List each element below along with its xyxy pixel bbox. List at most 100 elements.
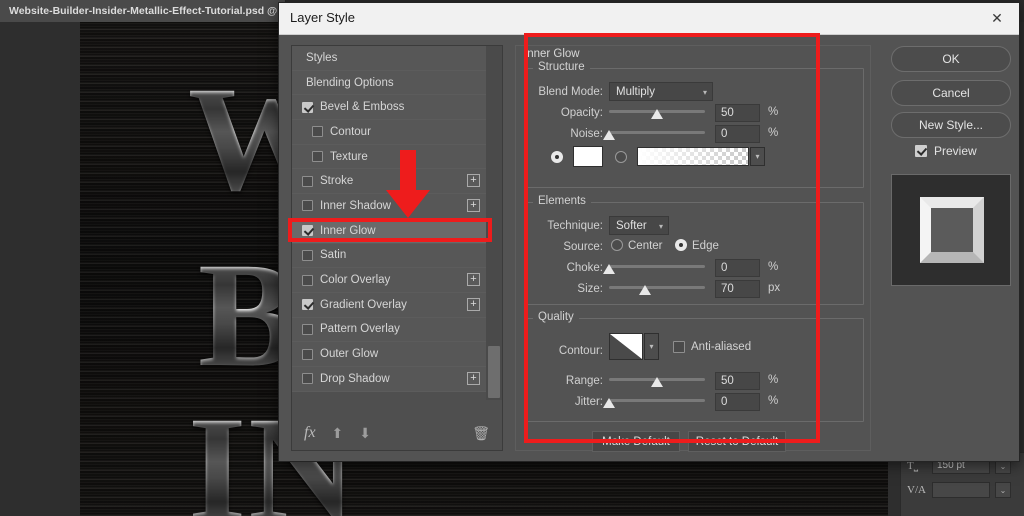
jitter-input[interactable]: 0 xyxy=(715,393,760,411)
range-slider[interactable] xyxy=(609,373,705,387)
choke-slider-knob[interactable] xyxy=(603,264,615,274)
noise-slider-track xyxy=(609,131,705,134)
choke-unit: % xyxy=(768,261,779,273)
style-row-label: Inner Shadow xyxy=(320,199,391,212)
noise-slider[interactable] xyxy=(603,126,705,140)
source-center-radio[interactable] xyxy=(611,239,623,251)
style-enable-checkbox[interactable] xyxy=(302,274,313,286)
style-enable-checkbox[interactable] xyxy=(302,101,313,113)
style-row-outer-glow[interactable]: Outer Glow xyxy=(292,342,487,367)
chevron-down-icon: ▾ xyxy=(702,88,707,97)
preview-label: Preview xyxy=(934,144,977,158)
style-row-drop-shadow[interactable]: Drop Shadow + xyxy=(292,366,487,392)
range-input[interactable]: 50 xyxy=(715,372,760,390)
add-effect-instance-icon[interactable]: + xyxy=(467,297,480,311)
noise-value: 0 xyxy=(721,128,728,140)
tracking-field[interactable] xyxy=(932,482,990,498)
styles-list[interactable]: Styles Blending Options Bevel & Emboss Cont… xyxy=(292,46,487,400)
blend-mode-value: Multiply xyxy=(616,85,655,98)
preview-checkbox[interactable] xyxy=(915,145,927,157)
technique-select[interactable]: Softer ▾ xyxy=(609,216,669,235)
dialog-title: Layer Style xyxy=(290,10,356,25)
style-enable-checkbox[interactable] xyxy=(302,175,313,187)
styles-list-scrollbar[interactable] xyxy=(486,46,502,400)
jitter-slider-knob[interactable] xyxy=(603,398,615,408)
style-row-gradient-overlay[interactable]: Gradient Overlay + xyxy=(292,292,487,318)
style-enable-checkbox[interactable] xyxy=(302,323,313,335)
size-slider-knob[interactable] xyxy=(638,285,651,295)
anti-aliased-label: Anti-aliased xyxy=(691,341,752,353)
opacity-input[interactable]: 50 xyxy=(715,104,760,122)
effect-preview xyxy=(891,174,1011,286)
size-slider[interactable] xyxy=(609,281,705,295)
reset-to-default-button[interactable]: Reset to Default xyxy=(688,431,786,452)
style-row-blending-options[interactable]: Blending Options xyxy=(292,70,487,96)
tracking-row[interactable]: V/A ⌄ xyxy=(907,481,1011,499)
cancel-button[interactable]: Cancel xyxy=(891,80,1011,106)
style-enable-checkbox[interactable] xyxy=(312,126,323,138)
noise-input[interactable]: 0 xyxy=(715,125,760,143)
opacity-slider[interactable] xyxy=(609,105,705,119)
preview-toggle[interactable]: Preview xyxy=(915,144,977,158)
effect-settings-panel: Inner Glow Structure Blend Mode: Multipl… xyxy=(515,45,871,452)
document-tab[interactable]: Website-Builder-Insider-Metallic-Effect-… xyxy=(0,0,287,22)
add-effect-instance-icon[interactable]: + xyxy=(467,199,480,213)
style-row-label: Styles xyxy=(306,51,338,64)
move-down-icon[interactable]: ⬇ xyxy=(359,425,371,442)
delete-effect-icon[interactable]: 🗑 xyxy=(472,425,490,442)
screenshot-root: W BU IN T⎵ 150 pt ⌄ V/A ⌄ Website-Builde… xyxy=(0,0,1024,516)
style-enable-checkbox[interactable] xyxy=(312,151,323,163)
close-icon[interactable]: ✕ xyxy=(975,3,1019,34)
add-effect-instance-icon[interactable]: + xyxy=(467,371,480,385)
fill-gradient-radio[interactable] xyxy=(615,151,627,163)
style-row-label: Pattern Overlay xyxy=(320,323,400,336)
contour-picker-chevron-down-icon[interactable]: ▾ xyxy=(644,333,659,360)
style-enable-checkbox[interactable] xyxy=(302,225,313,237)
style-row-satin[interactable]: Satin xyxy=(292,243,487,269)
style-row-color-overlay[interactable]: Color Overlay + xyxy=(292,268,487,293)
size-input[interactable]: 70 xyxy=(715,280,760,298)
make-default-button[interactable]: Make Default xyxy=(592,431,680,452)
styles-list-footer: fx ⬆ ⬇ 🗑 xyxy=(292,416,504,450)
style-row-contour[interactable]: Contour xyxy=(292,120,487,145)
source-edge-radio[interactable] xyxy=(675,239,687,251)
style-enable-checkbox[interactable] xyxy=(302,373,313,385)
preview-shape xyxy=(920,197,984,263)
glow-gradient-swatch[interactable] xyxy=(637,147,749,166)
fx-icon[interactable]: fx xyxy=(304,424,316,442)
style-row-bevel-emboss[interactable]: Bevel & Emboss xyxy=(292,95,487,121)
style-row-inner-shadow[interactable]: Inner Shadow + xyxy=(292,194,487,219)
tracking-chevron-down-icon[interactable]: ⌄ xyxy=(995,482,1011,498)
size-unit: px xyxy=(768,282,781,294)
anti-aliased-checkbox[interactable] xyxy=(673,341,685,353)
size-label: Size: xyxy=(577,283,603,295)
style-enable-checkbox[interactable] xyxy=(302,200,313,212)
style-row-stroke[interactable]: Stroke + xyxy=(292,169,487,195)
style-enable-checkbox[interactable] xyxy=(302,299,313,311)
choke-input[interactable]: 0 xyxy=(715,259,760,277)
scrollbar-thumb[interactable] xyxy=(488,346,500,398)
style-enable-checkbox[interactable] xyxy=(302,249,313,261)
move-up-icon[interactable]: ⬆ xyxy=(332,425,344,442)
noise-slider-knob[interactable] xyxy=(603,130,615,140)
style-row-styles[interactable]: Styles xyxy=(292,46,487,71)
range-slider-knob[interactable] xyxy=(651,377,663,387)
opacity-slider-knob[interactable] xyxy=(651,109,663,119)
fill-color-radio[interactable] xyxy=(551,151,563,163)
new-style-button[interactable]: New Style... xyxy=(891,112,1011,138)
glow-color-swatch[interactable] xyxy=(573,146,603,167)
add-effect-instance-icon[interactable]: + xyxy=(467,273,480,287)
style-row-inner-glow[interactable]: Inner Glow xyxy=(292,218,487,244)
gradient-picker-chevron-down-icon[interactable]: ▾ xyxy=(750,147,765,166)
choke-slider[interactable] xyxy=(603,260,705,274)
style-enable-checkbox[interactable] xyxy=(302,348,313,360)
contour-preset-swatch[interactable] xyxy=(609,333,643,360)
range-value: 50 xyxy=(721,375,734,387)
style-row-texture[interactable]: Texture xyxy=(292,144,487,170)
blend-mode-select[interactable]: Multiply ▾ xyxy=(609,82,713,101)
jitter-slider[interactable] xyxy=(603,394,705,408)
style-row-pattern-overlay[interactable]: Pattern Overlay xyxy=(292,317,487,343)
add-effect-instance-icon[interactable]: + xyxy=(467,174,480,188)
ok-button[interactable]: OK xyxy=(891,46,1011,72)
choke-slider-track xyxy=(609,265,705,268)
